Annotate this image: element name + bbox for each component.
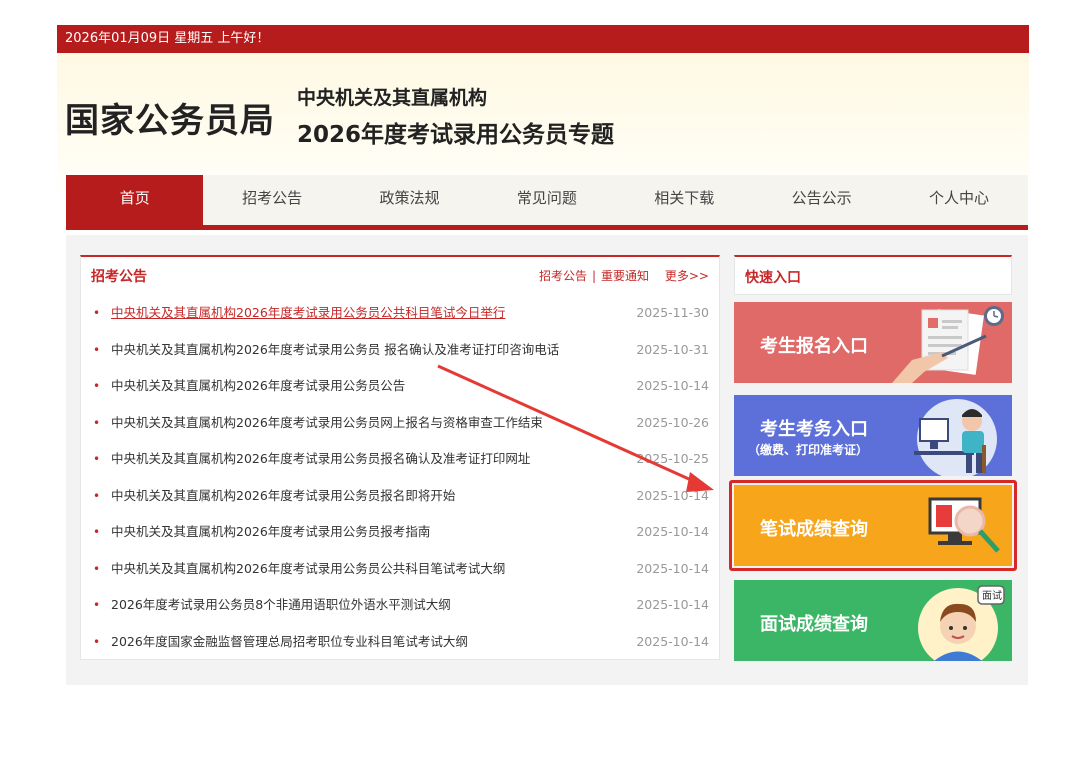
annotation-arrow-icon: [437, 364, 714, 492]
